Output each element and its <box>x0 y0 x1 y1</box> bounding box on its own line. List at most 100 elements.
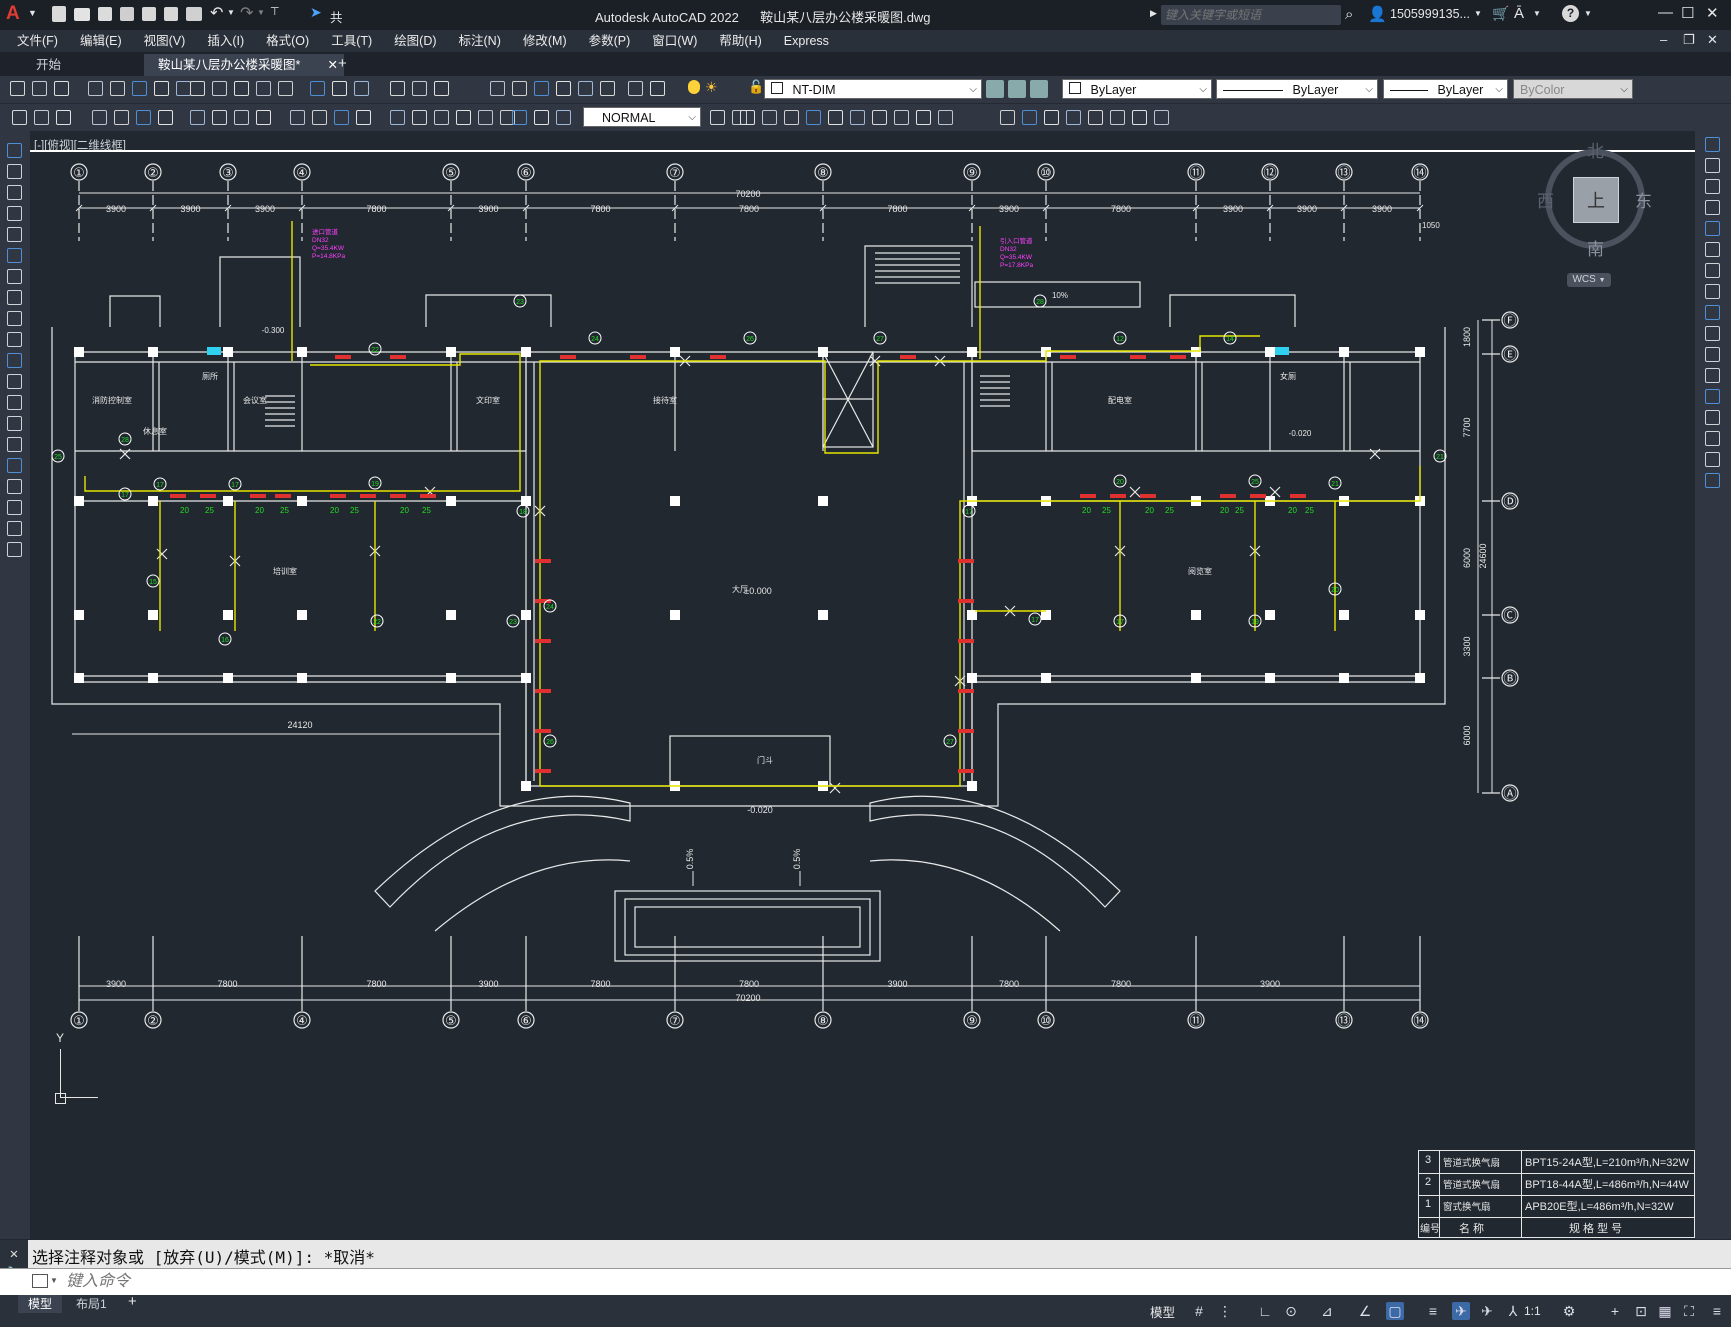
tab-drawing[interactable]: 鞍山某八层办公楼采暖图* ✕ <box>144 54 344 76</box>
menu-item[interactable]: 视图(V) <box>133 30 197 52</box>
standard-tool-icon[interactable] <box>54 81 69 96</box>
dimension-tool-icon[interactable] <box>356 110 371 125</box>
status-toggle-icon[interactable]: ⊿ <box>1318 1302 1336 1320</box>
doc-close-icon[interactable]: ✕ <box>1707 32 1718 48</box>
undo-icon[interactable]: ↶ <box>210 3 223 23</box>
annotation-scale[interactable]: 1:1 <box>1524 1304 1541 1318</box>
dimension-tool-icon[interactable] <box>158 110 173 125</box>
doc-minimize-icon[interactable]: – <box>1660 32 1667 47</box>
add-layout-icon[interactable]: + <box>128 1293 137 1310</box>
standard-tool-icon[interactable] <box>600 81 615 96</box>
layer-lock-icon[interactable]: 🔓 <box>748 79 764 95</box>
modify-tool-icon[interactable] <box>1705 284 1720 299</box>
dimension-tool-icon[interactable] <box>456 110 471 125</box>
standard-tool-icon[interactable] <box>390 81 405 96</box>
redo-dropdown-icon[interactable]: ▼ <box>257 8 265 17</box>
standard-tool-icon[interactable] <box>234 81 249 96</box>
search-expand-icon[interactable]: ▶ <box>1150 8 1157 19</box>
draw-tool-icon[interactable] <box>7 269 22 284</box>
dimension-tool-icon[interactable] <box>234 110 249 125</box>
user-dropdown-icon[interactable]: ▼ <box>1474 9 1482 18</box>
command-prompt-icon[interactable] <box>32 1274 48 1288</box>
tab-start[interactable]: 开始 <box>22 54 150 76</box>
dimension-tool-icon[interactable] <box>534 110 549 125</box>
user-name[interactable]: 1505999135... <box>1390 7 1470 21</box>
status-toggle-icon[interactable]: ⋮ <box>1216 1302 1234 1320</box>
modify-tool-icon[interactable] <box>1705 200 1720 215</box>
tab-close-icon[interactable]: ✕ <box>328 54 338 76</box>
layer-previous-icon[interactable] <box>1030 80 1048 98</box>
status-toggle-icon[interactable]: # <box>1190 1302 1208 1320</box>
draw-tool-icon[interactable] <box>7 290 22 305</box>
modify-tool-icon[interactable] <box>1705 368 1720 383</box>
open-file-icon[interactable] <box>74 8 90 21</box>
status-toggle-icon[interactable]: ∠ <box>1356 1302 1374 1320</box>
drawing-canvas[interactable]: [-][俯视][二维线框] 17 17 17 19 20 25 21 22 23 24 26 27 28… <box>30 131 1695 1239</box>
dimension-tool-icon[interactable] <box>1132 110 1147 125</box>
dimension-tool-icon[interactable] <box>478 110 493 125</box>
standard-tool-icon[interactable] <box>212 81 227 96</box>
dimension-tool-icon[interactable] <box>828 110 843 125</box>
status-toggle-icon[interactable]: ⅄ <box>1504 1302 1522 1320</box>
dimension-tool-icon[interactable] <box>784 110 799 125</box>
menu-item[interactable]: 窗口(W) <box>641 30 708 52</box>
modify-tool-icon[interactable] <box>1705 431 1720 446</box>
menu-item[interactable]: 工具(T) <box>320 30 383 52</box>
redo-icon[interactable]: ↷ <box>240 3 253 23</box>
draw-tool-icon[interactable] <box>7 227 22 242</box>
standard-tool-icon[interactable] <box>490 81 505 96</box>
viewcube-north[interactable]: 北 <box>1587 137 1604 162</box>
dimension-tool-icon[interactable] <box>1154 110 1169 125</box>
status-toggle-icon[interactable]: ▦ <box>1656 1302 1674 1320</box>
dimension-tool-icon[interactable] <box>334 110 349 125</box>
dimension-tool-icon[interactable] <box>56 110 71 125</box>
standard-tool-icon[interactable] <box>278 81 293 96</box>
modify-tool-icon[interactable] <box>1705 347 1720 362</box>
draw-tool-icon[interactable] <box>7 332 22 347</box>
standard-tool-icon[interactable] <box>256 81 271 96</box>
dimension-tool-icon[interactable] <box>872 110 887 125</box>
draw-tool-icon[interactable] <box>7 542 22 557</box>
standard-tool-icon[interactable] <box>32 81 47 96</box>
save-icon[interactable] <box>98 7 112 21</box>
standard-tool-icon[interactable] <box>310 81 325 96</box>
standard-tool-icon[interactable] <box>110 81 125 96</box>
dimension-tool-icon[interactable] <box>710 110 725 125</box>
draw-tool-icon[interactable] <box>7 353 22 368</box>
status-toggle-icon[interactable]: ▢ <box>1386 1302 1404 1320</box>
plot-icon[interactable] <box>186 7 202 21</box>
app-dropdown-icon[interactable]: ▼ <box>1533 9 1541 18</box>
modify-tool-icon[interactable] <box>1705 242 1720 257</box>
draw-tool-icon[interactable] <box>7 206 22 221</box>
user-icon[interactable]: 👤 <box>1368 5 1387 23</box>
search-box[interactable] <box>1161 5 1341 25</box>
status-toggle-icon[interactable]: ⛶ <box>1680 1302 1698 1320</box>
save-as-icon[interactable] <box>120 7 134 21</box>
draw-tool-icon[interactable] <box>7 479 22 494</box>
modify-tool-icon[interactable] <box>1705 326 1720 341</box>
draw-tool-icon[interactable] <box>7 416 22 431</box>
standard-tool-icon[interactable] <box>190 81 205 96</box>
dimension-tool-icon[interactable] <box>894 110 909 125</box>
standard-tool-icon[interactable] <box>154 81 169 96</box>
standard-tool-icon[interactable] <box>354 81 369 96</box>
plotstyle-dropdown[interactable]: ByColor ⌵ <box>1513 79 1633 99</box>
share-icon[interactable]: ➤ <box>310 4 322 21</box>
status-toggle-icon[interactable]: ∟ <box>1256 1302 1274 1320</box>
draw-tool-icon[interactable] <box>7 458 22 473</box>
standard-tool-icon[interactable] <box>628 81 643 96</box>
web-save-icon[interactable] <box>164 7 178 21</box>
standard-tool-icon[interactable] <box>650 81 665 96</box>
dimension-tool-icon[interactable] <box>740 110 755 125</box>
dimension-tool-icon[interactable] <box>190 110 205 125</box>
standard-tool-icon[interactable] <box>176 81 191 96</box>
dimension-tool-icon[interactable] <box>312 110 327 125</box>
command-input[interactable] <box>64 1270 1668 1294</box>
linetype-dropdown[interactable]: ByLayer ⌵ <box>1216 79 1378 99</box>
modify-tool-icon[interactable] <box>1705 179 1720 194</box>
autodesk-app-icon[interactable]: Ā <box>1514 5 1524 22</box>
standard-tool-icon[interactable] <box>132 81 147 96</box>
modify-tool-icon[interactable] <box>1705 305 1720 320</box>
status-toggle-icon[interactable]: ≡ <box>1708 1302 1726 1320</box>
color-dropdown[interactable]: ByLayer ⌵ <box>1062 79 1212 99</box>
